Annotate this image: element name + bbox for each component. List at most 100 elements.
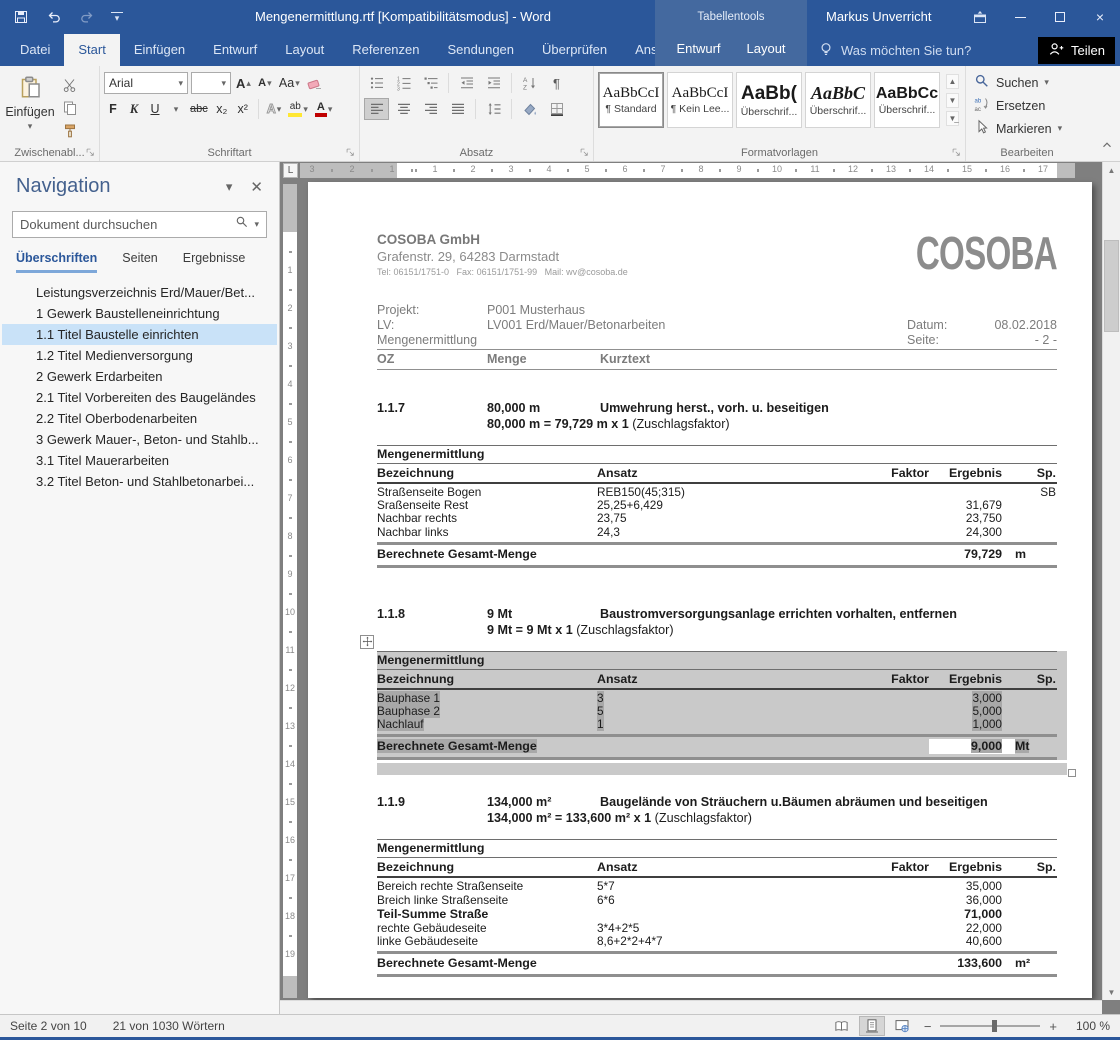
decrease-indent-icon[interactable] [454,72,479,94]
superscript-button[interactable]: x² [234,98,252,120]
scroll-up-icon[interactable]: ▲ [1103,162,1120,178]
navigation-options-dropdown-icon[interactable]: ▾ [226,179,233,195]
nav-item-7[interactable]: 2.2 Titel Oberbodenarbeiten [2,408,277,429]
search-dropdown-icon[interactable]: ▾ [254,219,259,230]
nav-tab-überschriften[interactable]: Überschriften [16,251,97,273]
print-layout-button[interactable] [859,1016,885,1036]
contextual-tab-layout[interactable]: Layout [734,33,799,65]
cut-icon[interactable] [58,75,82,95]
search-icon[interactable] [235,215,249,234]
vertical-scrollbar[interactable]: ▲ ▼ [1102,162,1120,1000]
undo-icon[interactable] [45,7,63,27]
paste-button[interactable]: Einfügen ▾ [4,70,56,145]
style-card-4[interactable]: AaBbCÜberschrif... [805,72,871,128]
tab-sendungen[interactable]: Sendungen [434,34,529,66]
style-card-2[interactable]: AaBbCcI¶ Kein Lee... [667,72,733,128]
underline-button[interactable]: U [146,98,164,120]
format-painter-icon[interactable] [58,121,82,141]
nav-tab-ergebnisse[interactable]: Ergebnisse [183,251,246,273]
nav-item-6[interactable]: 2.1 Titel Vorbereiten des Baugeländes [2,387,277,408]
tab-start[interactable]: Start [64,34,119,66]
share-button[interactable]: Teilen [1038,37,1115,64]
contextual-tab-entwurf[interactable]: Entwurf [663,33,733,65]
clear-formatting-icon[interactable] [305,72,325,94]
font-dialog-launcher-icon[interactable] [345,147,356,158]
nav-item-9[interactable]: 3.1 Titel Mauerarbeiten [2,450,277,471]
table-move-handle-icon[interactable] [360,635,374,649]
zoom-slider[interactable] [940,1025,1040,1027]
tab-referenzen[interactable]: Referenzen [338,34,433,66]
subscript-button[interactable]: x₂ [213,98,231,120]
bold-button[interactable]: F [104,98,122,120]
nav-item-5[interactable]: 2 Gewerk Erdarbeiten [2,366,277,387]
tab-datei[interactable]: Datei [6,34,64,66]
copy-icon[interactable] [58,98,82,118]
nav-item-1[interactable]: Leistungsverzeichnis Erd/Mauer/Bet... [2,282,277,303]
mengenermittlung-table[interactable]: MengenermittlungBezeichnungAnsatzFaktorE… [377,651,1057,761]
increase-indent-icon[interactable] [481,72,506,94]
styles-scroll-down-icon[interactable]: ▼ [946,93,959,108]
shading-icon[interactable] [517,98,542,120]
italic-button[interactable]: K [125,98,143,120]
page-indicator[interactable]: Seite 2 von 10 [10,1019,87,1033]
collapse-ribbon-icon[interactable] [1100,138,1114,157]
table-resize-handle[interactable] [1068,769,1076,777]
tab-einfügen[interactable]: Einfügen [120,34,199,66]
line-spacing-icon[interactable] [481,98,506,120]
zoom-in-icon[interactable]: + [1049,1019,1057,1034]
redo-icon[interactable] [78,7,96,27]
horizontal-scrollbar[interactable] [280,1000,1102,1014]
text-effects-button[interactable]: A▾ [265,98,284,120]
style-card-3[interactable]: AaBb(Überschrif... [736,72,802,128]
nav-item-2[interactable]: 1 Gewerk Baustelleneinrichtung [2,303,277,324]
borders-icon[interactable] [544,98,569,120]
highlight-color-button[interactable]: ab▾ [286,98,310,120]
editing-suchen-button[interactable]: Suchen▾ [970,71,1084,94]
bullets-icon[interactable] [364,72,389,94]
zoom-slider-thumb[interactable] [992,1020,997,1032]
grow-font-button[interactable]: A▴ [234,72,253,94]
align-center-icon[interactable] [391,98,416,120]
style-card-5[interactable]: AaBbCcÜberschrif... [874,72,940,128]
align-left-icon[interactable] [364,98,389,120]
editing-markieren-button[interactable]: Markieren▾ [970,117,1084,140]
font-size-combo[interactable]: ▾ [191,72,231,94]
tab-layout[interactable]: Layout [271,34,338,66]
nav-tab-seiten[interactable]: Seiten [122,251,157,273]
justify-icon[interactable] [445,98,470,120]
nav-item-10[interactable]: 3.2 Titel Beton- und Stahlbetonarbei... [2,471,277,492]
underline-dropdown-icon[interactable]: ▾ [167,98,185,120]
tab-stop-selector[interactable]: L [283,163,298,178]
editing-ersetzen-button[interactable]: abacErsetzen [970,94,1084,117]
word-count[interactable]: 21 von 1030 Wörtern [113,1019,225,1033]
nav-item-3[interactable]: 1.1 Titel Baustelle einrichten [2,324,277,345]
shrink-font-button[interactable]: A▾ [256,72,274,94]
zoom-out-icon[interactable]: − [924,1019,932,1034]
ribbon-display-options-icon[interactable] [960,0,1000,34]
paragraph-dialog-launcher-icon[interactable] [579,147,590,158]
close-button[interactable]: × [1080,0,1120,34]
document-search-box[interactable]: ▾ [12,211,267,238]
tab-überprüfen[interactable]: Überprüfen [528,34,621,66]
scroll-down-icon[interactable]: ▼ [1103,984,1120,1000]
save-icon[interactable] [12,7,30,27]
nav-item-8[interactable]: 3 Gewerk Mauer-, Beton- und Stahlb... [2,429,277,450]
align-right-icon[interactable] [418,98,443,120]
style-card-1[interactable]: AaBbCcI¶ Standard [598,72,664,128]
nav-item-4[interactable]: 1.2 Titel Medienversorgung [2,345,277,366]
sort-icon[interactable]: AZ [517,72,542,94]
zoom-percentage[interactable]: 100 % [1066,1019,1110,1033]
styles-dialog-launcher-icon[interactable] [951,147,962,158]
multilevel-list-icon[interactable] [418,72,443,94]
show-paragraph-marks-icon[interactable]: ¶ [544,72,569,94]
tell-me-box[interactable]: Was möchten Sie tun? [818,34,971,66]
navigation-close-icon[interactable]: ✕ [250,178,263,196]
numbering-icon[interactable]: 123 [391,72,416,94]
font-color-button[interactable]: A▾ [313,98,335,120]
clipboard-dialog-launcher-icon[interactable] [85,147,96,158]
maximize-button[interactable] [1040,0,1080,34]
font-name-combo[interactable]: Arial▾ [104,72,188,94]
paste-dropdown-icon[interactable]: ▾ [28,121,33,132]
styles-scroll-up-icon[interactable]: ▲ [946,74,959,89]
scrollbar-thumb[interactable] [1104,240,1119,332]
